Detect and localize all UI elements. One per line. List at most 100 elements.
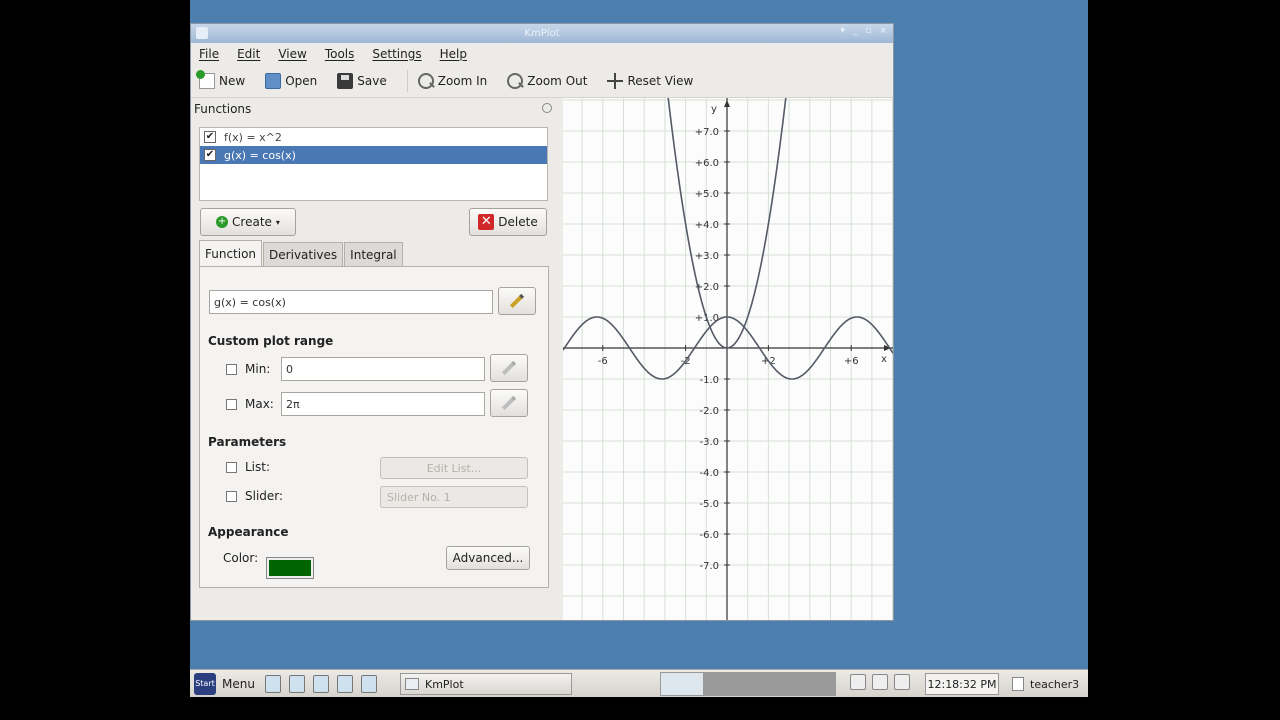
slider-select[interactable]: Slider No. 1	[380, 486, 528, 508]
taskbar-item-kmplot[interactable]: KmPlot	[400, 673, 572, 695]
max-checkbox[interactable]	[226, 398, 237, 410]
user-menu[interactable]: teacher3	[1012, 673, 1079, 695]
main-toolbar: New Open Save Zoom In Zoom Out Reset Vie…	[191, 64, 893, 98]
min-checkbox-row[interactable]: Min:	[226, 361, 270, 377]
panel-close-icon[interactable]	[542, 103, 552, 113]
graph-canvas[interactable]: +7.0+6.0+5.0+4.0+3.0+2.0+1.0-1.0-2.0-3.0…	[563, 98, 893, 620]
menu-tools[interactable]: Tools	[325, 47, 355, 61]
min-field[interactable]: 0	[281, 357, 485, 381]
tab-derivatives[interactable]: Derivatives	[263, 242, 344, 266]
crosshair-icon	[607, 72, 624, 89]
workspace-pager	[660, 672, 836, 696]
add-icon: +	[216, 216, 229, 228]
pencil-icon	[501, 360, 517, 376]
open-button[interactable]: Open	[265, 72, 317, 89]
window-menu-icon[interactable]: ▾	[840, 26, 845, 36]
zoom-in-button[interactable]: Zoom In	[417, 72, 487, 89]
min-checkbox[interactable]	[226, 363, 237, 375]
maximize-icon[interactable]: ▫	[865, 26, 871, 36]
max-checkbox-row[interactable]: Max:	[226, 396, 274, 412]
menu-help[interactable]: Help	[440, 47, 467, 61]
function-tab-panel: g(x) = cos(x) Custom plot range Min: 0 M…	[199, 266, 549, 588]
save-disk-icon	[337, 72, 354, 89]
start-menu-label[interactable]: Menu	[222, 677, 255, 691]
start-menu-icon[interactable]: Start	[194, 672, 216, 695]
y-tick-label: +5.0	[695, 189, 719, 200]
y-tick-label: -7.0	[699, 561, 719, 572]
user-label: teacher3	[1030, 677, 1080, 691]
new-label: New	[219, 73, 246, 88]
color-swatch-fill	[269, 560, 311, 576]
function-visible-checkbox[interactable]: ✔	[204, 149, 216, 161]
tab-function[interactable]: Function	[199, 240, 263, 266]
zoom-out-label: Zoom Out	[527, 73, 588, 88]
kmplot-window: KmPlot ▾ _ ▫ × File Edit View Tools Sett…	[190, 23, 894, 621]
list-checkbox-row[interactable]: List:	[226, 459, 270, 475]
y-tick-label: +4.0	[695, 220, 719, 231]
create-label: Create	[232, 215, 272, 229]
document-launcher-icon[interactable]	[312, 674, 329, 693]
functions-panel: Functions ✔ f(x) = x^2 ✔ g(x) = cos(x) +…	[191, 98, 561, 620]
create-button[interactable]: + Create ▾	[200, 208, 296, 236]
menu-file[interactable]: File	[199, 47, 219, 61]
close-icon[interactable]: ×	[879, 26, 887, 36]
volume-icon[interactable]	[872, 674, 888, 690]
slider-checkbox-row[interactable]: Slider:	[226, 488, 283, 504]
zoom-out-button[interactable]: Zoom Out	[507, 72, 588, 89]
y-axis-label: y	[711, 104, 717, 115]
delete-button[interactable]: ✕ Delete	[469, 208, 547, 236]
files-launcher-icon[interactable]	[288, 674, 305, 693]
reset-view-button[interactable]: Reset View	[607, 72, 694, 89]
workspace-1[interactable]	[660, 672, 704, 696]
color-picker-button[interactable]	[266, 557, 314, 579]
tab-integral[interactable]: Integral	[344, 242, 403, 266]
menu-settings[interactable]: Settings	[372, 47, 421, 61]
zoom-in-icon	[417, 72, 434, 89]
color-label: Color:	[223, 551, 259, 565]
title-bar[interactable]: KmPlot ▾ _ ▫ ×	[191, 24, 893, 43]
clock[interactable]: 12:18:32 PM	[925, 673, 999, 695]
advanced-button[interactable]: Advanced...	[446, 546, 530, 570]
equation-field[interactable]: g(x) = cos(x)	[209, 290, 493, 314]
editor-tabs: Function Derivatives Integral	[199, 240, 404, 266]
spreadsheet-launcher-icon[interactable]	[360, 674, 377, 693]
editor-launcher-icon[interactable]	[336, 674, 353, 693]
y-tick-label: -2.0	[699, 406, 719, 417]
window-title: KmPlot	[524, 28, 560, 39]
app-icon	[196, 27, 208, 39]
edit-equation-button[interactable]	[498, 287, 536, 315]
window-controls: ▾ _ ▫ ×	[840, 26, 887, 36]
delete-label: Delete	[498, 215, 538, 229]
plot-area[interactable]: +7.0 +6.0 +5.0 +4.0 +3.0 +2.0 +1.0 -1.0 -2.0 -3.0…	[563, 98, 893, 620]
minimize-icon[interactable]: _	[853, 26, 858, 36]
chevron-down-icon: ▾	[275, 217, 280, 227]
tray-icon[interactable]	[850, 674, 866, 690]
workspace-4[interactable]	[792, 672, 836, 696]
function-list-item[interactable]: ✔ f(x) = x^2	[200, 128, 547, 146]
max-field[interactable]: 2π	[281, 392, 485, 416]
menu-edit[interactable]: Edit	[237, 47, 260, 61]
edit-list-button[interactable]: Edit List...	[380, 457, 528, 479]
appearance-title: Appearance	[208, 525, 289, 539]
function-visible-checkbox[interactable]: ✔	[204, 131, 216, 143]
mail-icon[interactable]	[894, 674, 910, 690]
functions-panel-title: Functions	[194, 102, 252, 116]
workspace-2[interactable]	[704, 672, 748, 696]
function-list-item[interactable]: ✔ g(x) = cos(x)	[200, 146, 547, 164]
menu-bar: File Edit View Tools Settings Help	[191, 43, 893, 64]
open-folder-icon	[265, 72, 282, 89]
slider-checkbox[interactable]	[226, 490, 237, 502]
function-label: f(x) = x^2	[224, 130, 282, 144]
taskbar-item-label: KmPlot	[425, 677, 464, 691]
reset-view-label: Reset View	[627, 73, 694, 88]
taskbar: Start Menu KmPlot 12:18:32 PM teacher3	[190, 669, 1088, 697]
browser-launcher-icon[interactable]	[264, 674, 281, 693]
new-button[interactable]: New	[196, 69, 246, 89]
edit-max-button[interactable]	[490, 389, 528, 417]
menu-view[interactable]: View	[278, 47, 306, 61]
function-label: g(x) = cos(x)	[224, 148, 296, 162]
save-button[interactable]: Save	[337, 72, 387, 89]
edit-min-button[interactable]	[490, 354, 528, 382]
list-checkbox[interactable]	[226, 461, 237, 473]
workspace-3[interactable]	[748, 672, 792, 696]
